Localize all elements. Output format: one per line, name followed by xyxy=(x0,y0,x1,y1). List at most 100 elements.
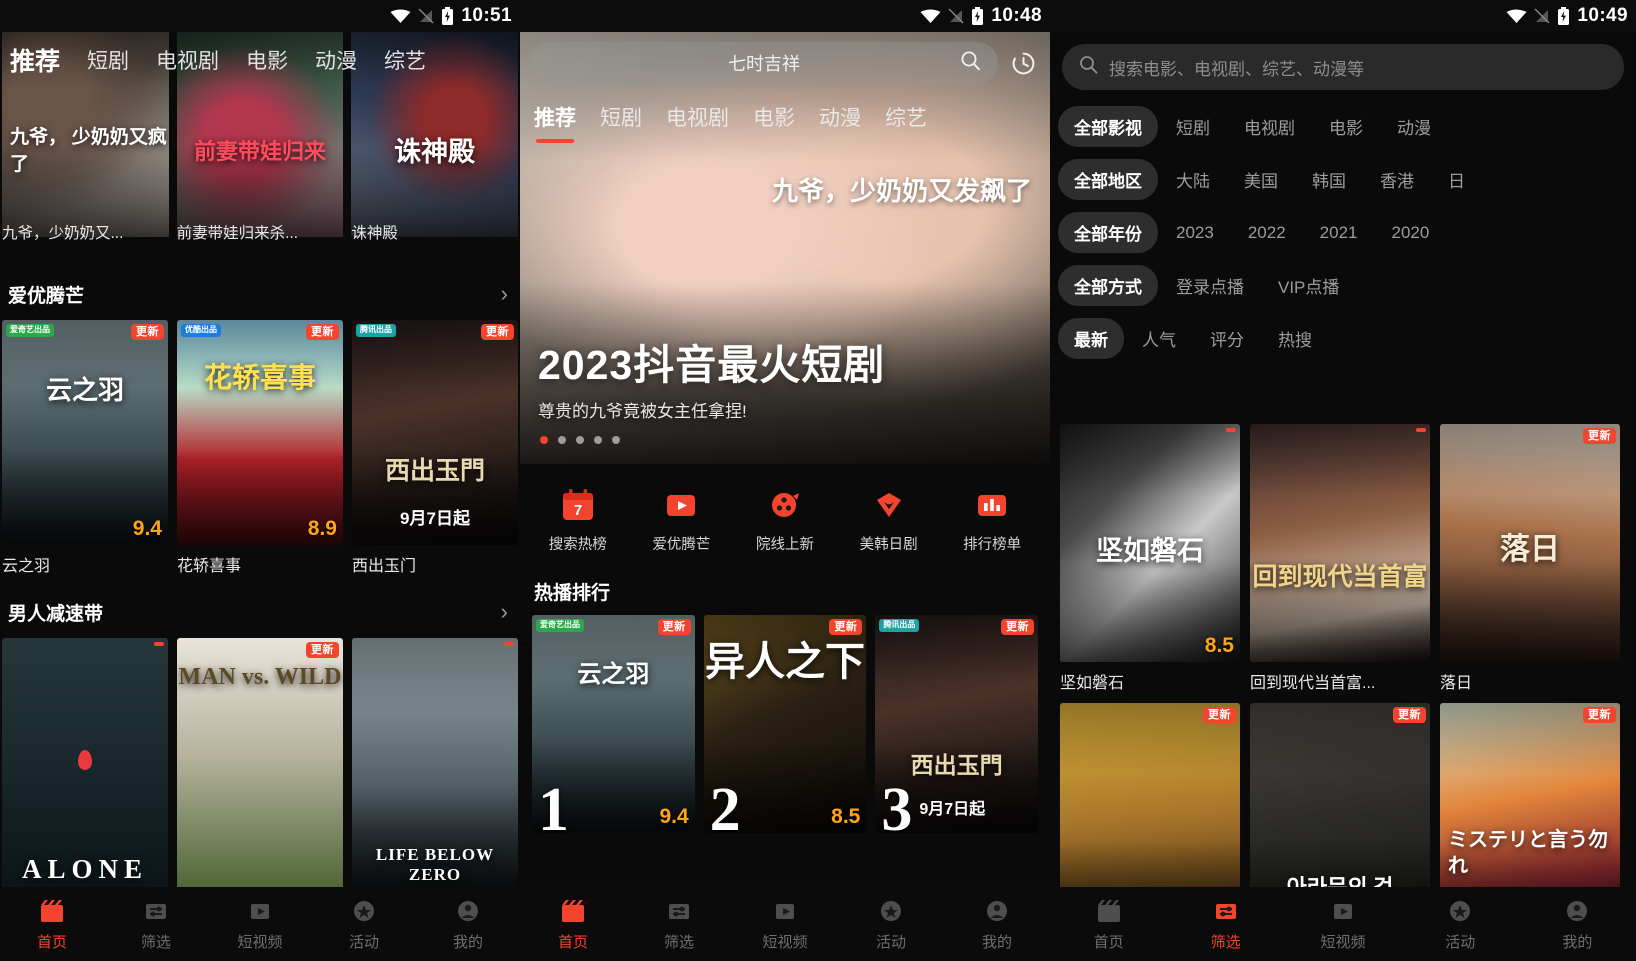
carousel-dot[interactable] xyxy=(540,436,548,444)
media-card[interactable]: 回到现代当首富 回到现代当首富... xyxy=(1250,424,1430,693)
nav-activity[interactable]: 活动 xyxy=(312,897,416,952)
rank-card[interactable]: 异人之下 更新 2 8.5 xyxy=(703,615,867,833)
poster[interactable]: 花轿喜事 优酷出品 更新 8.9 xyxy=(177,320,343,545)
poster[interactable]: 아라문의 검 更新 xyxy=(1250,703,1430,887)
carousel-dot[interactable] xyxy=(558,436,566,444)
nav-filter[interactable]: 筛选 xyxy=(626,897,732,952)
filter-chip-japan-clipped[interactable]: 日 xyxy=(1432,159,1481,200)
sort-chip-newest[interactable]: 最新 xyxy=(1058,318,1124,359)
nav-activity[interactable]: 活动 xyxy=(838,897,944,952)
quick-action-hot-search[interactable]: 7 搜索热榜 xyxy=(526,486,630,554)
poster[interactable]: ALONE xyxy=(2,638,168,887)
filter-chip-all-region[interactable]: 全部地区 xyxy=(1058,159,1158,200)
filter-chip-all-media[interactable]: 全部影视 xyxy=(1058,106,1158,147)
quick-action-new-releases[interactable]: 院线上新 xyxy=(733,486,837,554)
poster[interactable]: ミステリと言う勿れ 更新 xyxy=(1440,703,1620,887)
nav-shortvideo[interactable]: 短视频 xyxy=(1284,897,1401,952)
tab-movie[interactable]: 电影 xyxy=(753,102,795,132)
carousel-dots[interactable] xyxy=(540,436,620,444)
tab-shortdrama[interactable]: 短剧 xyxy=(600,102,642,132)
sort-chip-rating[interactable]: 评分 xyxy=(1194,318,1260,359)
media-card[interactable]: LIFE BELOW ZERO xyxy=(352,638,518,887)
nav-shortvideo[interactable]: 短视频 xyxy=(208,897,312,952)
results-scroll-body[interactable]: 坚如磐石 8.5 坚如磐石 回到现代当首富 回到现代当首富... 落日 更新 落… xyxy=(1050,418,1636,887)
quick-actions-row: 7 搜索热榜 爱优腾芒 院线上新 美韩日剧 排行榜单 xyxy=(520,464,1050,562)
media-card[interactable]: 아라문의 검 更新 xyxy=(1250,703,1430,887)
tab-tvseries[interactable]: 电视剧 xyxy=(156,45,219,75)
filter-chip-all-mode[interactable]: 全部方式 xyxy=(1058,265,1158,306)
tab-anime[interactable]: 动漫 xyxy=(315,45,357,75)
search-input[interactable]: 七时吉祥 xyxy=(530,42,998,84)
media-card[interactable]: 落日 更新 落日 xyxy=(1440,424,1620,693)
nav-mine[interactable]: 我的 xyxy=(944,897,1050,952)
nav-shortvideo[interactable]: 短视频 xyxy=(732,897,838,952)
section-header-aiyouteng[interactable]: 爱优腾芒 › xyxy=(0,268,520,320)
nav-home[interactable]: 首页 xyxy=(520,897,626,952)
nav-filter[interactable]: 筛选 xyxy=(1167,897,1284,952)
filter-chip-vip-vod[interactable]: VIP点播 xyxy=(1262,265,1355,306)
chevron-right-icon[interactable]: › xyxy=(501,601,508,623)
search-icon[interactable] xyxy=(959,49,982,77)
media-card[interactable]: 云之羽 爱奇艺出品 更新 9.4 云之羽 xyxy=(2,320,168,576)
filter-chip-hongkong[interactable]: 香港 xyxy=(1364,159,1430,200)
poster[interactable]: LIFE BELOW ZERO xyxy=(352,638,518,887)
filter-chip-shortdrama[interactable]: 短剧 xyxy=(1160,106,1226,147)
filter-chip-mainland[interactable]: 大陆 xyxy=(1160,159,1226,200)
media-card[interactable]: ミステリと言う勿れ 更新 xyxy=(1440,703,1620,887)
poster[interactable]: 落日 更新 xyxy=(1440,424,1620,662)
tab-variety[interactable]: 综艺 xyxy=(885,102,927,132)
media-card[interactable]: MAN vs. WILD 更新 xyxy=(177,638,343,887)
nav-mine[interactable]: 我的 xyxy=(1519,897,1636,952)
media-card[interactable]: 西出玉門 9月7日起 腾讯出品 更新 西出玉门 xyxy=(352,320,518,576)
tab-recommend[interactable]: 推荐 xyxy=(534,102,576,143)
filter-chip-movie[interactable]: 电影 xyxy=(1313,106,1379,147)
filter-chip-2022[interactable]: 2022 xyxy=(1232,215,1302,251)
tab-recommend[interactable]: 推荐 xyxy=(10,42,60,78)
filter-chip-tvseries[interactable]: 电视剧 xyxy=(1228,106,1311,147)
filter-chip-usa[interactable]: 美国 xyxy=(1228,159,1294,200)
carousel-dot[interactable] xyxy=(612,436,620,444)
poster[interactable]: MAN vs. WILD 更新 xyxy=(177,638,343,887)
filter-chip-2021[interactable]: 2021 xyxy=(1304,215,1374,251)
nav-mine[interactable]: 我的 xyxy=(416,897,520,952)
carousel-dot[interactable] xyxy=(594,436,602,444)
rank-card[interactable]: 西出玉門 9月7日起 腾讯出品 更新 3 xyxy=(875,615,1039,833)
tab-shortdrama[interactable]: 短剧 xyxy=(87,45,129,75)
filter-chip-korea[interactable]: 韩国 xyxy=(1296,159,1362,200)
nav-activity[interactable]: 活动 xyxy=(1402,897,1519,952)
history-clock-icon[interactable] xyxy=(1006,46,1040,80)
media-card[interactable]: ALONE xyxy=(2,638,168,887)
quick-action-rankings[interactable]: 排行榜单 xyxy=(940,486,1044,554)
tab-variety[interactable]: 综艺 xyxy=(384,45,426,75)
filter-chip-anime[interactable]: 动漫 xyxy=(1381,106,1447,147)
media-card[interactable]: 坚如磐石 8.5 坚如磐石 xyxy=(1060,424,1240,693)
rank-card[interactable]: 云之羽 爱奇艺出品 更新 1 9.4 xyxy=(532,615,695,833)
poster[interactable]: 西出玉門 9月7日起 腾讯出品 更新 xyxy=(352,320,518,545)
nav-filter[interactable]: 筛选 xyxy=(104,897,208,952)
tab-anime[interactable]: 动漫 xyxy=(819,102,861,132)
poster[interactable]: 坚如磐石 8.5 xyxy=(1060,424,1240,662)
quick-action-platforms[interactable]: 爱优腾芒 xyxy=(630,486,734,554)
home2-scroll-body[interactable]: 7 搜索热榜 爱优腾芒 院线上新 美韩日剧 排行榜单 热播排行 云之羽 爱奇艺出… xyxy=(520,464,1050,887)
media-card[interactable]: 花轿喜事 优酷出品 更新 8.9 花轿喜事 xyxy=(177,320,343,576)
nav-home[interactable]: 首页 xyxy=(1050,897,1167,952)
media-card[interactable]: 更新 xyxy=(1060,703,1240,887)
filter-chip-all-year[interactable]: 全部年份 xyxy=(1058,212,1158,253)
home-scroll-body[interactable]: 爱优腾芒 › 云之羽 爱奇艺出品 更新 9.4 云之羽 花轿喜事 优酷出品 更新… xyxy=(0,268,520,887)
poster[interactable]: 回到现代当首富 xyxy=(1250,424,1430,662)
carousel-dot[interactable] xyxy=(576,436,584,444)
poster[interactable]: 云之羽 爱奇艺出品 更新 9.4 xyxy=(2,320,168,545)
search-input[interactable]: 搜索电影、电视剧、综艺、动漫等 xyxy=(1062,44,1624,90)
chevron-right-icon[interactable]: › xyxy=(501,283,508,305)
nav-home[interactable]: 首页 xyxy=(0,897,104,952)
poster[interactable]: 更新 xyxy=(1060,703,1240,887)
tab-movie[interactable]: 电影 xyxy=(246,45,288,75)
tab-tvseries[interactable]: 电视剧 xyxy=(666,102,729,132)
filter-chip-login-vod[interactable]: 登录点播 xyxy=(1160,265,1260,306)
quick-action-asian-drama[interactable]: 美韩日剧 xyxy=(837,486,941,554)
section-header-mandecel[interactable]: 男人减速带 › xyxy=(0,586,520,638)
filter-chip-2023[interactable]: 2023 xyxy=(1160,215,1230,251)
sort-chip-trending[interactable]: 热搜 xyxy=(1262,318,1328,359)
sort-chip-popular[interactable]: 人气 xyxy=(1126,318,1192,359)
filter-chip-2020[interactable]: 2020 xyxy=(1375,215,1445,251)
